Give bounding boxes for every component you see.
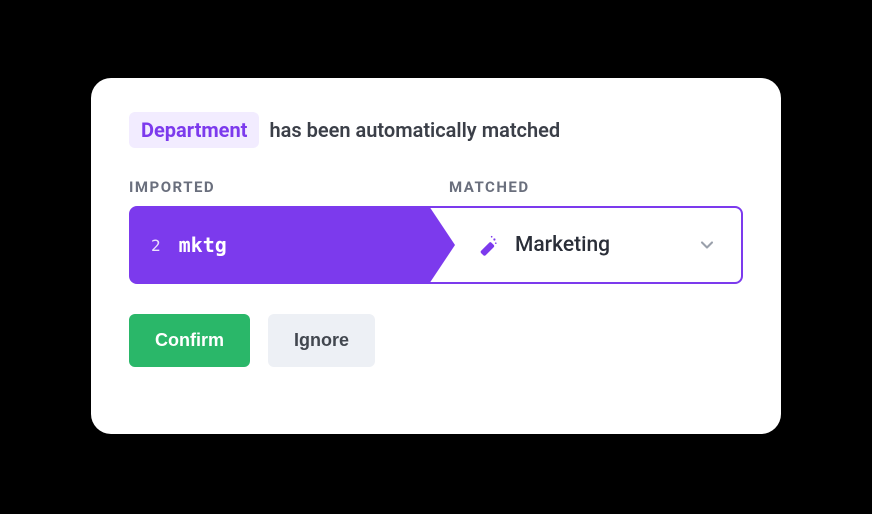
action-buttons: Confirm Ignore <box>129 314 743 367</box>
matched-column-header: MATCHED <box>449 178 743 196</box>
matched-value: Marketing <box>515 233 681 257</box>
column-headers: IMPORTED MATCHED <box>129 178 743 196</box>
ignore-button[interactable]: Ignore <box>268 314 375 367</box>
row-index: 2 <box>151 236 161 255</box>
imported-cell: 2 mktg <box>129 206 429 284</box>
imported-column-header: IMPORTED <box>129 178 449 196</box>
card-header: Department has been automatically matche… <box>129 112 743 148</box>
match-card: Department has been automatically matche… <box>91 78 781 434</box>
wand-icon <box>477 234 499 256</box>
chevron-down-icon <box>697 235 717 255</box>
department-chip: Department <box>129 112 259 148</box>
confirm-button[interactable]: Confirm <box>129 314 250 367</box>
matched-dropdown[interactable]: Marketing <box>429 206 743 284</box>
header-suffix: has been automatically matched <box>269 118 560 142</box>
match-row: 2 mktg Marketing <box>129 206 743 284</box>
imported-value: mktg <box>179 233 227 257</box>
arrow-shape <box>429 206 455 284</box>
